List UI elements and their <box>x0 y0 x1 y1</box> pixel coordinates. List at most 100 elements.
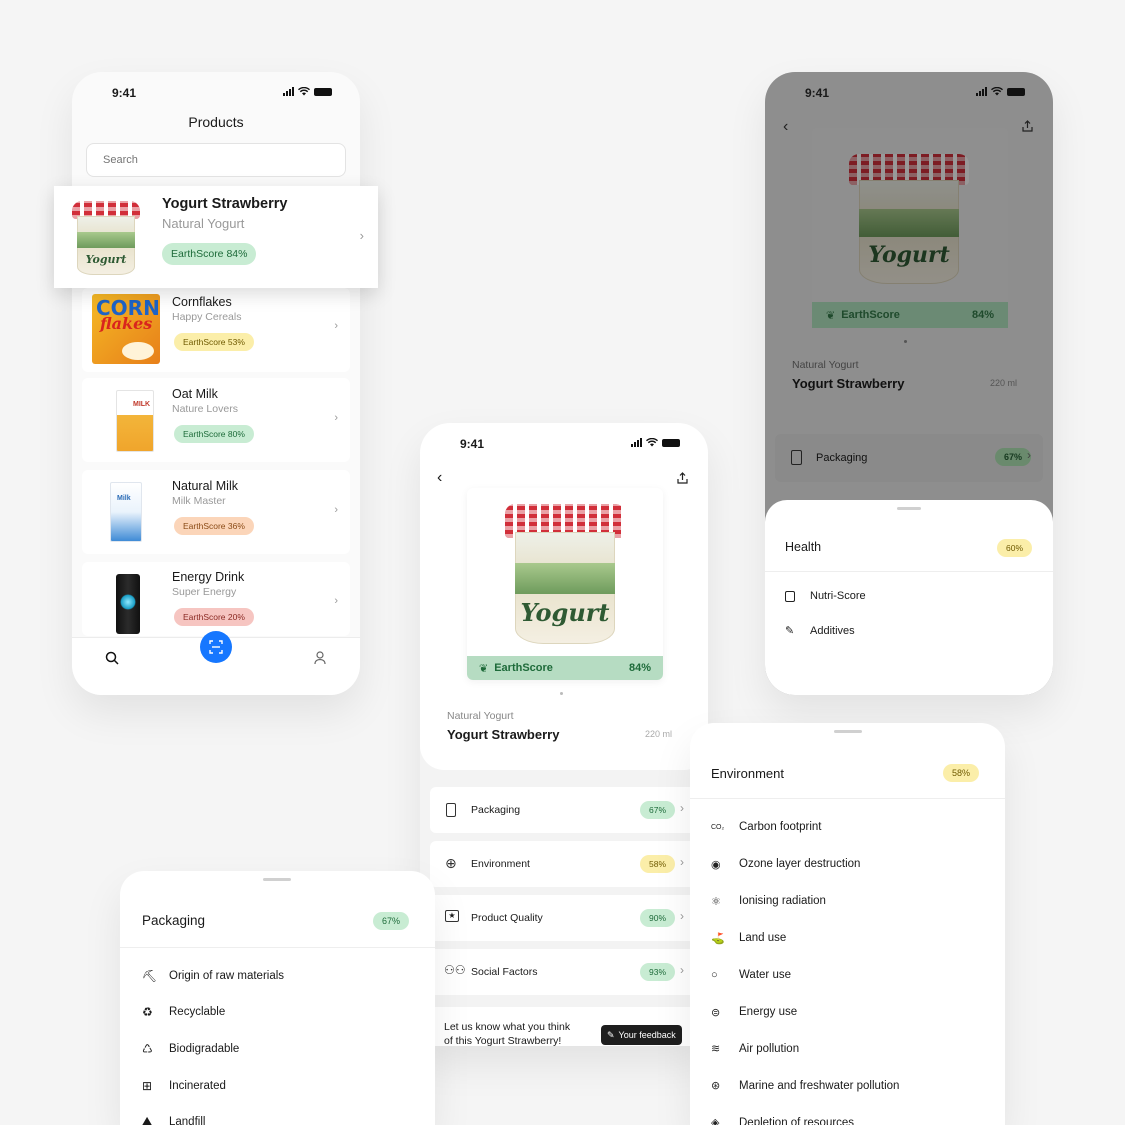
score-badge: EarthScore 53% <box>174 333 254 351</box>
product-brand: Milk Master <box>172 495 226 507</box>
score-badge: 67% <box>373 912 410 930</box>
product-name: Oat Milk <box>172 387 218 401</box>
back-icon[interactable]: ‹ <box>783 118 788 136</box>
battery-icon <box>1007 87 1025 96</box>
sheet-item[interactable]: ⛏ Origin of raw materials <box>142 969 284 983</box>
sheet-handle[interactable] <box>897 507 921 510</box>
chevron-right-icon: › <box>680 909 684 923</box>
product-brand: Nature Lovers <box>172 403 238 415</box>
score-badge: EarthScore 36% <box>174 517 254 535</box>
people-icon: ⚇⚇ <box>444 963 466 977</box>
score-badge: EarthScore 84% <box>162 243 257 265</box>
chevron-right-icon: › <box>334 320 338 332</box>
product-brand: Natural Yogurt <box>162 216 245 231</box>
category-row[interactable]: Packaging 67% › <box>775 434 1043 482</box>
sheet-item[interactable]: ♻ Recyclable <box>142 1005 225 1019</box>
sheet-item[interactable]: ⚛ Ionising radiation <box>711 895 826 908</box>
list-item[interactable]: Energy Drink Super Energy EarthScore 20%… <box>82 562 350 636</box>
sheet-item[interactable]: ♺ Biodigradable <box>142 1042 239 1056</box>
product-name: Natural Milk <box>172 479 238 493</box>
battery-icon <box>662 438 680 447</box>
quality-icon: ★ <box>445 910 459 922</box>
product-brand: Natural Yogurt <box>792 359 859 371</box>
search-icon[interactable] <box>105 651 119 665</box>
share-icon[interactable] <box>677 472 688 484</box>
package-icon <box>791 450 802 465</box>
score-badge: EarthScore 80% <box>174 425 254 443</box>
category-row-social[interactable]: ⚇⚇ Social Factors 93% › <box>430 949 698 995</box>
status-bar: 9:41 <box>72 86 360 100</box>
health-sheet: Health 60% Nutri-Score ✎ Additives <box>765 500 1053 695</box>
back-icon[interactable]: ‹ <box>437 469 442 487</box>
sheet-handle[interactable] <box>263 878 291 881</box>
status-bar: 9:41 <box>420 437 708 451</box>
scan-icon <box>209 640 223 654</box>
sheet-item[interactable]: Nutri-Score <box>785 590 866 602</box>
signal-icon <box>631 438 642 447</box>
score-badge: 60% <box>997 539 1033 557</box>
sheet-item[interactable]: ⛰ Landfill <box>142 1114 205 1125</box>
sheet-item[interactable]: CO₂ Carbon footprint <box>711 821 821 833</box>
globe-icon: ⊕ <box>445 855 457 871</box>
depletion-icon: ◈ <box>711 1117 720 1125</box>
detail-screen: 9:41 ‹ Yogurt ❦ EarthScore 84% Natural Y… <box>420 423 708 1046</box>
search-input[interactable] <box>86 143 346 177</box>
product-name: Cornflakes <box>172 295 232 309</box>
sheet-item[interactable]: ⊜ Energy use <box>711 1006 797 1019</box>
chevron-right-icon: › <box>359 228 364 243</box>
sheet-item[interactable]: ○ Water use <box>711 969 791 981</box>
status-time: 9:41 <box>460 437 485 451</box>
marine-icon: ⊛ <box>711 1080 721 1093</box>
leaf-icon: ❦ <box>826 309 836 322</box>
product-image-card: Yogurt ❦ EarthScore 84% <box>812 128 1008 328</box>
feedback-button[interactable]: ✎ Your feedback <box>601 1025 682 1045</box>
sheet-item[interactable]: ✎ Additives <box>785 624 855 638</box>
sheet-item[interactable]: ◈ Depletion of resources <box>711 1116 854 1125</box>
sheet-item[interactable]: ⛳ Land use <box>711 932 786 945</box>
product-image: CORN flakes <box>92 294 160 364</box>
chevron-right-icon: › <box>334 595 338 607</box>
score-badge: 58% <box>943 764 980 782</box>
chevron-right-icon: › <box>334 412 338 424</box>
battery-icon <box>314 87 332 96</box>
leaf-recycle-icon: ♺ <box>142 1042 153 1056</box>
sheet-title: Health <box>785 540 822 554</box>
list-item[interactable]: MILK Oat Milk Nature Lovers EarthScore 8… <box>82 378 350 462</box>
bottom-nav <box>72 631 360 695</box>
sheet-item[interactable]: ⊛ Marine and freshwater pollution <box>711 1079 899 1093</box>
product-name: Energy Drink <box>172 570 245 584</box>
category-row-environment[interactable]: ⊕ Environment 58% › <box>430 841 698 887</box>
product-volume: 220 ml <box>989 378 1017 388</box>
scan-button[interactable] <box>200 631 232 663</box>
sheet-title: Packaging <box>142 913 206 928</box>
chevron-right-icon: › <box>680 855 684 869</box>
score-badge: EarthScore 20% <box>174 608 254 626</box>
earthscore-badge: ❦ EarthScore 84% <box>812 302 1008 328</box>
sheet-item[interactable]: ≋ Air pollution <box>711 1042 799 1056</box>
pipette-icon: ✎ <box>785 625 795 637</box>
chevron-right-icon: › <box>680 963 684 977</box>
pickaxe-icon: ⛏ <box>142 969 158 983</box>
sheet-item[interactable]: ◉ Ozone layer destruction <box>711 858 860 871</box>
list-item-highlighted[interactable]: Yogurt Yogurt Strawberry Natural Yogurt … <box>54 186 378 288</box>
products-screen: 9:41 Products CORN flakes Cornflakes Hap… <box>72 72 360 695</box>
product-name: Yogurt Strawberry <box>792 376 905 391</box>
profile-icon[interactable] <box>314 651 326 665</box>
sheet-item[interactable]: ⊞ Incinerated <box>142 1079 226 1093</box>
list-item[interactable]: CORN flakes Cornflakes Happy Cereals Ear… <box>82 288 350 372</box>
product-brand: Happy Cereals <box>172 311 242 323</box>
category-row-packaging[interactable]: Packaging 67% › <box>430 787 698 833</box>
product-image: Yogurt <box>72 201 140 275</box>
sheet-handle[interactable] <box>834 730 862 733</box>
earthscore-badge: ❦ EarthScore 84% <box>467 656 663 680</box>
status-time: 9:41 <box>112 86 137 100</box>
share-icon[interactable] <box>1022 120 1033 132</box>
category-row-quality[interactable]: ★ Product Quality 90% › <box>430 895 698 941</box>
sheet-title: Environment <box>711 766 784 781</box>
incinerator-icon: ⊞ <box>142 1079 153 1093</box>
list-item[interactable]: Milk Natural Milk Milk Master EarthScore… <box>82 470 350 554</box>
wifi-icon <box>646 438 658 447</box>
page-title: Products <box>188 114 244 130</box>
product-image: MILK <box>116 390 154 452</box>
product-image <box>116 574 140 634</box>
